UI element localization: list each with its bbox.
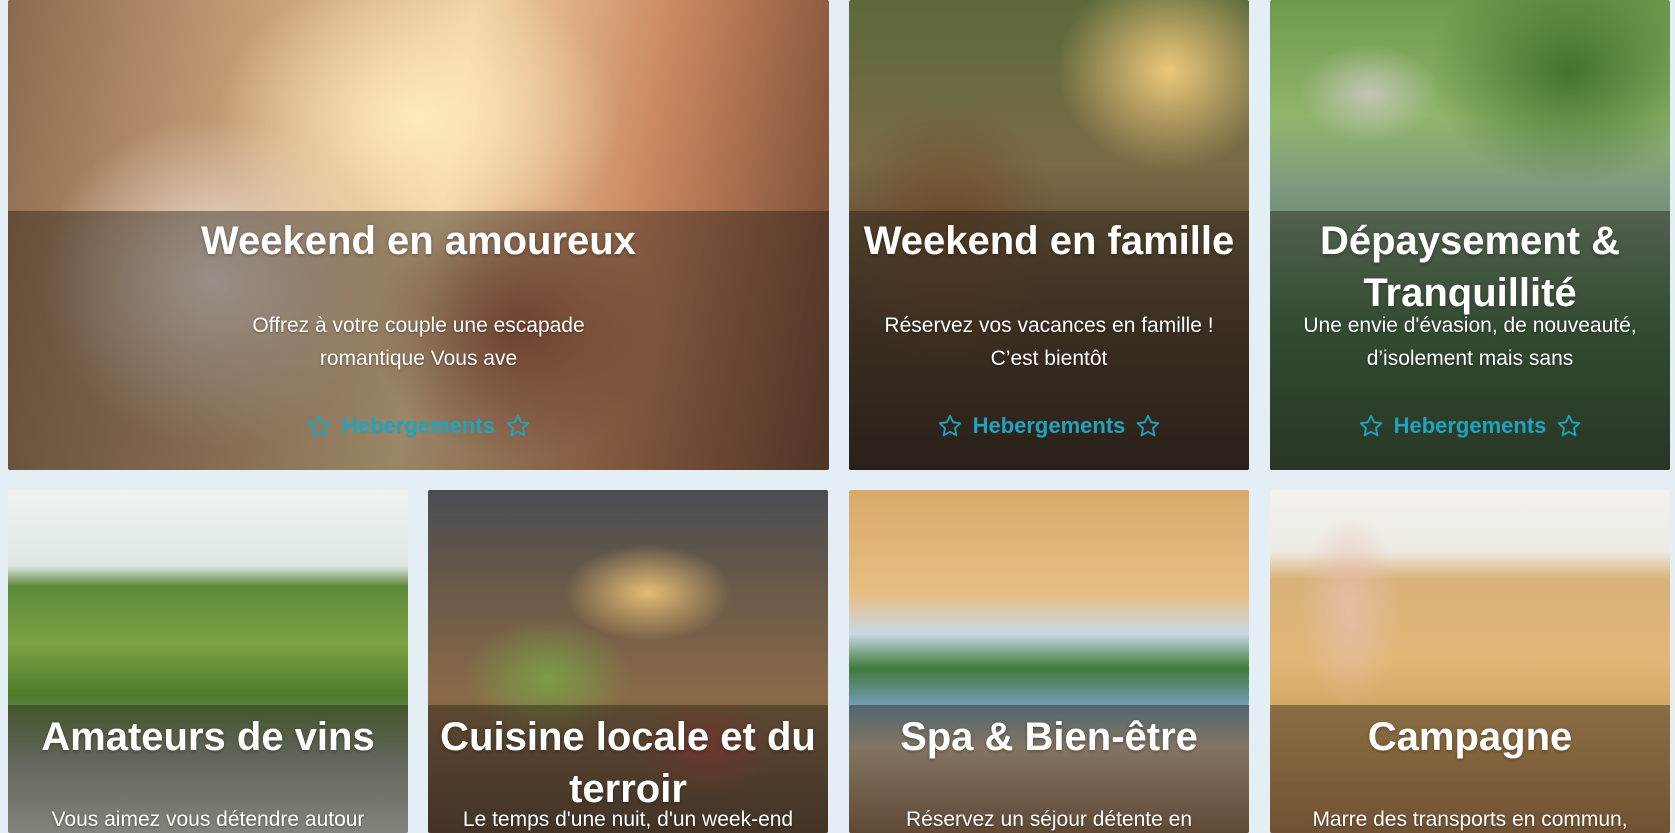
hebergements-link[interactable]: Hebergements [8,413,829,439]
card-title: Dépaysement & Tranquillité [1319,219,1621,315]
card-description: Marre des transports en commun, [1312,808,1628,831]
card-title: Cuisine locale et du terroir [440,715,816,811]
cta-label: Hebergements [972,413,1126,438]
card-description: Offrez à votre couple une escapade roman… [252,314,585,370]
card-title: Campagne [1367,715,1573,759]
card-title: Weekend en famille [863,219,1235,263]
card-title: Amateurs de vins [41,715,375,759]
card-weekend-en-amoureux[interactable]: Weekend en amoureux Offrez à votre coupl… [8,0,829,470]
card-description: Une envie d'évasion, de nouveauté, d’iso… [1303,314,1637,370]
card-amateurs-de-vins[interactable]: Amateurs de vins Vous aimez vous détendr… [8,490,408,833]
star-outline-icon [1137,414,1160,437]
card-title: Weekend en amoureux [201,219,636,263]
card-description: Réservez un séjour détente en [905,808,1192,831]
hebergements-link[interactable]: Hebergements [849,413,1249,439]
star-outline-icon [938,414,961,437]
cta-label: Hebergements [1393,413,1547,438]
card-title: Spa & Bien-être [900,715,1198,759]
card-campagne[interactable]: Campagne Marre des transports en commun, [1270,490,1670,833]
star-outline-icon [307,414,331,437]
star-outline-icon [1359,414,1382,437]
card-description: Vous aimez vous détendre autour [51,808,365,831]
star-outline-icon [1558,414,1581,437]
card-cuisine-locale[interactable]: Cuisine locale et du terroir Le temps d'… [428,490,828,833]
card-weekend-en-famille[interactable]: Weekend en famille Réservez vos vacances… [849,0,1249,470]
card-description: Le temps d'une nuit, d'un week-end [462,808,794,831]
cta-label: Hebergements [342,413,495,438]
hebergements-link[interactable]: Hebergements [1270,413,1670,439]
star-outline-icon [506,414,530,437]
card-spa-bien-etre[interactable]: Spa & Bien-être Réservez un séjour déten… [849,490,1249,833]
card-description: Réservez vos vacances en famille ! C’est… [884,314,1214,370]
card-depaysement-tranquillite[interactable]: Dépaysement & Tranquillité Une envie d'é… [1270,0,1670,470]
